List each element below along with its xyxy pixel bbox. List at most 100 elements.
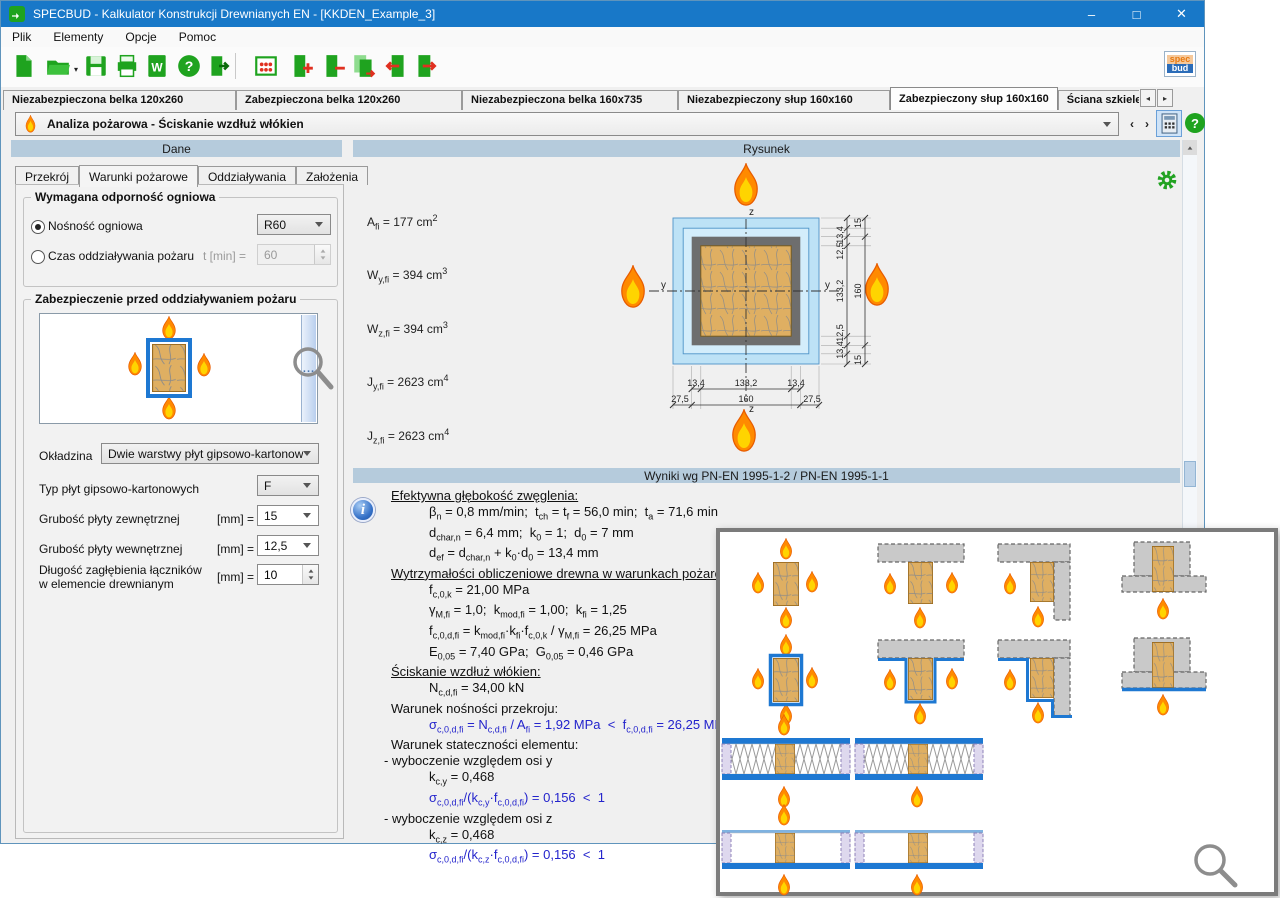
dim-label: 133,2	[835, 280, 845, 303]
protected-column-embedded[interactable]	[1118, 632, 1210, 728]
toolbar: ▾ W ?	[1, 47, 1204, 87]
cross-section-drawing: z z y y 13,4 12,5 133,2 12,5 13,4 15 160…	[607, 161, 941, 455]
fire-time-spinner[interactable]: 60	[257, 244, 331, 265]
stud-wall-insulated-fire-both-sides[interactable]	[720, 714, 852, 814]
dim-label: 13,4	[787, 378, 805, 388]
flame-icon	[735, 164, 757, 205]
menu-opcje[interactable]: Opcje	[114, 28, 167, 46]
gear-icon[interactable]	[1157, 170, 1177, 190]
tab-scroll-left[interactable]: ◂	[1140, 89, 1156, 107]
column-corner-fire-2-sides[interactable]	[992, 536, 1084, 632]
close-button[interactable]: ✕	[1159, 1, 1204, 27]
magnifier-icon	[289, 343, 335, 393]
axis-label-z-bottom: z	[749, 404, 754, 415]
tab-zabezpieczona-belka-120x260[interactable]: Zabezpieczona belka 120x260	[236, 90, 462, 110]
scroll-up-icon[interactable]	[1183, 140, 1197, 155]
tab-sciana-szkieletowa[interactable]: Ściana szkieletowa z słupkami 60x100 z w…	[1058, 90, 1139, 110]
tab-oddzialywania[interactable]: Oddziaływania	[198, 166, 296, 185]
board-type-label: Typ płyt gipsowo-kartonowych	[39, 482, 199, 496]
protected-column-corner[interactable]	[992, 632, 1084, 728]
column-fire-4-sides[interactable]	[736, 536, 836, 632]
tab-przekroj[interactable]: Przekrój	[15, 166, 79, 185]
export-word-icon[interactable]: W	[144, 53, 170, 79]
exit-icon[interactable]	[206, 53, 232, 79]
axis-label-z-top: z	[749, 207, 754, 218]
window-title: SPECBUD - Kalkulator Konstrukcji Drewnia…	[33, 7, 435, 21]
fire-rating-combo[interactable]: R60	[257, 214, 331, 235]
inner-thickness-label: Grubość płyty wewnętrznej	[39, 542, 182, 556]
outer-thickness-combo[interactable]: 15	[257, 505, 319, 526]
menu-elementy[interactable]: Elementy	[42, 28, 114, 46]
flame-icon	[622, 266, 644, 307]
column-under-slab-fire-3-sides[interactable]	[870, 536, 970, 632]
results-header: Wyniki wg PN-EN 1995-1-2 / PN-EN 1995-1-…	[353, 468, 1180, 483]
tab-warunki-pozarowe[interactable]: Warunki pożarowe	[79, 165, 198, 187]
tab-zabezpieczony-slup-160x160[interactable]: Zabezpieczony słup 160x160	[890, 87, 1058, 110]
document-tabs: Niezabezpieczona belka 120x260Zabezpiecz…	[3, 87, 1139, 110]
minimize-button[interactable]: –	[1069, 1, 1114, 27]
add-element-icon[interactable]	[289, 53, 315, 79]
analysis-label: Analiza pożarowa - Ściskanie wzdłuż włók…	[47, 117, 304, 131]
print-icon[interactable]	[114, 53, 140, 79]
board-type-combo[interactable]: F	[257, 475, 319, 496]
magnifier-icon	[1190, 840, 1240, 890]
menu-plik[interactable]: Plik	[1, 28, 42, 46]
stud-wall-insulated-fire-one-side[interactable]	[853, 714, 985, 814]
radio-nosnosc-ogniowa[interactable]	[31, 220, 45, 234]
cladding-combo[interactable]: Dwie warstwy płyt gipsowo-kartonowych	[101, 443, 319, 464]
copy-element-icon[interactable]	[351, 53, 377, 79]
chevron-down-icon	[303, 483, 311, 488]
fastener-unit: [mm] =	[217, 570, 254, 584]
dim-label: 160	[853, 283, 863, 298]
flame-icon	[733, 410, 755, 451]
dim-label: 27,5	[671, 394, 689, 404]
fire-resistance-title: Wymagana odporność ogniowa	[31, 190, 219, 204]
stud-wall-cavity-fire-one-side[interactable]	[853, 804, 985, 898]
new-file-icon[interactable]	[11, 53, 37, 79]
save-icon[interactable]	[83, 53, 109, 79]
right-panel-header: Rysunek	[353, 140, 1180, 157]
property-jyfi: Jy,fi = 2623 cm4	[367, 371, 449, 394]
analysis-help-button[interactable]: ?	[1185, 113, 1205, 133]
case-next-button[interactable]: ›	[1140, 114, 1154, 134]
tab-scroll-right[interactable]: ▸	[1157, 89, 1173, 107]
delete-element-icon[interactable]	[321, 53, 347, 79]
tab-niezabezpieczona-belka-120x260[interactable]: Niezabezpieczona belka 120x260	[3, 90, 236, 110]
next-element-icon[interactable]	[413, 53, 439, 79]
calculator-icon	[1161, 113, 1178, 134]
dim-label: 12,5	[835, 242, 845, 260]
open-dropdown-caret[interactable]: ▾	[74, 65, 78, 74]
calculator-button[interactable]	[1156, 110, 1182, 137]
analysis-selector[interactable]: Analiza pożarowa - Ściskanie wzdłuż włók…	[15, 112, 1119, 136]
tab-niezabezpieczony-slup-160x160[interactable]: Niezabezpieczony słup 160x160	[678, 90, 890, 110]
dim-label: 13,4	[687, 378, 705, 388]
flame-icon	[24, 115, 37, 133]
stud-wall-cavity-fire-both-sides[interactable]	[720, 804, 852, 898]
inner-thickness-combo[interactable]: 12,5	[257, 535, 319, 556]
help-icon[interactable]: ?	[176, 53, 202, 79]
spinner-arrows-icon[interactable]	[302, 565, 318, 584]
element-list-icon[interactable]	[253, 53, 279, 79]
prev-element-icon[interactable]	[383, 53, 409, 79]
dim-label: 27,5	[803, 394, 821, 404]
maximize-button[interactable]: □	[1114, 1, 1159, 27]
menu-pomoc[interactable]: Pomoc	[168, 28, 227, 46]
outer-thickness-unit: [mm] =	[217, 512, 254, 526]
case-prev-button[interactable]: ‹	[1125, 114, 1139, 134]
tab-niezabezpieczona-belka-160x735[interactable]: Niezabezpieczona belka 160x735	[462, 90, 678, 110]
titlebar: SPECBUD - Kalkulator Konstrukcji Drewnia…	[1, 1, 1204, 27]
open-file-icon[interactable]	[45, 53, 71, 79]
flame-icon	[163, 316, 176, 339]
protection-preview[interactable]: ...	[39, 313, 318, 424]
radio-czas-pozaru[interactable]	[31, 250, 45, 264]
column-embedded-fire-1-side[interactable]	[1118, 536, 1210, 632]
screen: SPECBUD - Kalkulator Konstrukcji Drewnia…	[0, 0, 1280, 898]
dim-label: 13,4	[835, 226, 845, 244]
tab-zalozenia[interactable]: Założenia	[296, 166, 368, 185]
scrollbar-thumb[interactable]	[1184, 461, 1196, 487]
time-unit-label: t [min] =	[203, 249, 246, 263]
result-line: Efektywna głębokość zwęglenia:	[391, 488, 1180, 504]
spinner-arrows-icon[interactable]	[314, 245, 330, 264]
fastener-spinner[interactable]: 10	[257, 564, 319, 585]
section-properties: Afi = 177 cm2 Wy,fi = 394 cm3 Wz,fi = 39…	[367, 181, 449, 478]
